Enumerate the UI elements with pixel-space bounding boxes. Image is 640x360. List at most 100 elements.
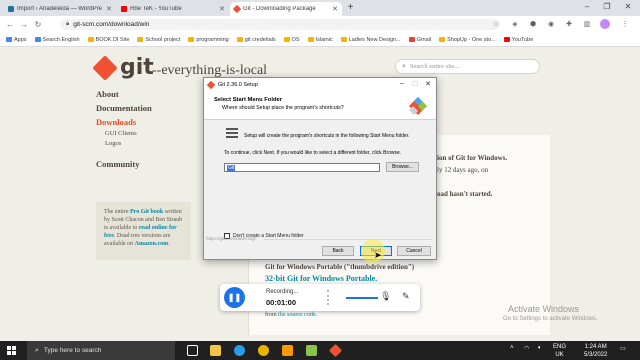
maximize-icon[interactable]: ❐ bbox=[600, 2, 614, 11]
chrome-icon[interactable] bbox=[258, 345, 269, 356]
dialog-titlebar: Git 2.36.0 Setup – ☐ ✕ bbox=[204, 78, 436, 92]
browse-button[interactable]: Browse... bbox=[386, 162, 419, 172]
notifications-icon[interactable]: ▭ bbox=[620, 345, 626, 352]
dialog-close-icon[interactable]: ✕ bbox=[422, 80, 434, 88]
google-icon bbox=[34, 37, 41, 42]
reload-icon[interactable]: ↻ bbox=[33, 20, 43, 29]
task-view-icon[interactable] bbox=[187, 345, 198, 356]
close-icon[interactable]: ✕ bbox=[332, 5, 338, 13]
activate-windows-title: Activate Windows bbox=[508, 304, 580, 314]
bookmark-label: Ladies New Design... bbox=[348, 36, 401, 43]
promo-text: . bbox=[168, 241, 170, 247]
content-fragment: from bbox=[265, 312, 279, 318]
pro-git-book-link[interactable]: Pro Git book bbox=[130, 209, 163, 215]
bookmark-os[interactable]: OS bbox=[283, 37, 300, 43]
recording-status: Recording... bbox=[266, 289, 299, 295]
tab-youtube[interactable]: Rbe TeK - YouTube ✕ bbox=[117, 2, 229, 16]
window-close-icon[interactable]: ✕ bbox=[621, 2, 635, 11]
close-icon[interactable]: ✕ bbox=[106, 5, 112, 13]
tab-git-download[interactable]: Git - Downloading Package ✕ bbox=[230, 2, 342, 16]
wordpress-icon bbox=[8, 6, 14, 12]
puzzle-icon[interactable]: ✚ bbox=[564, 20, 574, 28]
git-setup-icon[interactable] bbox=[328, 343, 343, 358]
nav-community[interactable]: Community bbox=[96, 159, 139, 169]
bookmark-label: Search English bbox=[42, 36, 80, 43]
portable-32bit-link[interactable]: 32-bit Git for Windows Portable. bbox=[265, 274, 377, 283]
new-tab-button[interactable]: + bbox=[345, 3, 356, 14]
drag-handle-icon[interactable] bbox=[327, 290, 335, 305]
bookmark-school-project[interactable]: School project bbox=[137, 37, 180, 43]
language-indicator[interactable]: ENG UK bbox=[553, 343, 566, 359]
bookmark-programming[interactable]: programming bbox=[188, 37, 229, 43]
amazon-link[interactable]: Amazon.com bbox=[135, 241, 169, 247]
kebab-menu-icon[interactable]: ⋮ bbox=[620, 20, 630, 28]
bookmark-label: git credetials bbox=[244, 36, 276, 43]
pen-annotate-icon[interactable]: ✎ bbox=[402, 291, 410, 302]
ublock-icon[interactable]: ⬢ bbox=[528, 20, 538, 28]
step-subtitle: Where should Setup place the program's s… bbox=[222, 105, 344, 111]
language-line: UK bbox=[555, 352, 564, 358]
bookmark-git-credetials[interactable]: git credetials bbox=[236, 36, 276, 43]
start-menu-list-icon bbox=[226, 128, 238, 140]
git-favicon-icon bbox=[232, 4, 242, 14]
bookmark-label: BOOK DI Site bbox=[95, 36, 130, 43]
edge-icon[interactable] bbox=[234, 345, 245, 356]
minimize-icon[interactable]: – bbox=[580, 2, 594, 11]
activate-windows-subtitle: Go to Settings to activate Windows. bbox=[503, 316, 598, 322]
notepadpp-icon[interactable] bbox=[306, 345, 317, 356]
file-explorer-icon[interactable] bbox=[210, 345, 221, 356]
speaker-icon[interactable]: 🔈︎ bbox=[538, 345, 542, 352]
bookmark-book-di-site[interactable]: BOOK DI Site bbox=[87, 36, 130, 43]
profile-avatar[interactable] bbox=[600, 19, 610, 29]
taskbar-search-box[interactable]: ⌕ Type here to search bbox=[27, 341, 175, 360]
volume-slider[interactable] bbox=[346, 297, 378, 299]
mouse-pointer-icon: ➤ bbox=[374, 250, 382, 260]
sidebar-icon[interactable]: ▥ bbox=[582, 20, 592, 28]
bookmark-shopup[interactable]: ShopUp - One sto... bbox=[439, 37, 496, 43]
tab-label: Import ‹ Anadeleida — WordPre bbox=[17, 6, 102, 12]
extension-icon[interactable]: ◈ bbox=[510, 20, 520, 28]
show-hidden-icons-icon[interactable]: ˄ bbox=[510, 345, 514, 351]
pause-icon[interactable]: ❚❚ bbox=[224, 287, 245, 308]
nav-downloads[interactable]: Downloads bbox=[96, 117, 136, 127]
cancel-button[interactable]: Cancel bbox=[397, 246, 431, 256]
nav-logos[interactable]: Logos bbox=[105, 140, 121, 147]
git-logo[interactable]: git bbox=[92, 54, 154, 81]
bookmark-apps[interactable]: Apps bbox=[6, 37, 27, 43]
lock-icon: 🔒︎ bbox=[66, 21, 70, 27]
star-icon[interactable]: ☆ bbox=[491, 20, 501, 28]
bookmark-gmail[interactable]: Gmail bbox=[408, 37, 431, 43]
source-code-link[interactable]: the source code bbox=[278, 312, 315, 318]
tab-wordpress-import[interactable]: Import ‹ Anadeleida — WordPre ✕ bbox=[4, 2, 116, 16]
bookmark-youtube[interactable]: YouTube bbox=[503, 36, 534, 43]
sublime-icon[interactable] bbox=[282, 345, 293, 356]
close-icon[interactable]: ✕ bbox=[219, 5, 225, 13]
folder-icon bbox=[340, 37, 347, 42]
git-diamond-icon bbox=[92, 54, 118, 81]
forward-arrow-icon[interactable]: → bbox=[19, 20, 29, 29]
windows-start-icon[interactable] bbox=[7, 346, 16, 355]
system-clock[interactable]: 1:24 AM 5/3/2022 bbox=[584, 343, 607, 359]
nav-documentation[interactable]: Documentation bbox=[96, 103, 152, 113]
microphone-icon[interactable]: 🎙︎ bbox=[380, 291, 391, 302]
back-button[interactable]: Back bbox=[322, 246, 354, 256]
minimize-icon[interactable]: – bbox=[396, 80, 408, 87]
bookmark-label: School project bbox=[145, 36, 181, 43]
bookmark-ladies-new-design[interactable]: Ladies New Design... bbox=[340, 36, 401, 43]
wifi-icon[interactable]: ◠ bbox=[524, 345, 529, 352]
bookmark-search-english[interactable]: Search English bbox=[34, 36, 80, 43]
folder-icon bbox=[236, 37, 243, 42]
start-menu-folder-input[interactable]: Git bbox=[224, 163, 380, 172]
bookmark-islamic[interactable]: Islamic bbox=[307, 36, 333, 43]
recording-timer: 00:01:00 bbox=[266, 298, 297, 307]
extension-icon[interactable]: ◉ bbox=[546, 20, 556, 28]
url-field[interactable]: 🔒︎ git-scm.com/download/win bbox=[60, 19, 500, 30]
content-fragment: ion of Git for Windows. bbox=[437, 154, 508, 162]
bookmark-label: YouTube bbox=[511, 36, 534, 43]
site-search-input[interactable]: ⌕ Search entire site... bbox=[395, 59, 540, 74]
bookmark-label: Islamic bbox=[315, 36, 333, 43]
nav-gui-clients[interactable]: GUI Clients bbox=[105, 130, 137, 137]
folder-icon bbox=[188, 37, 195, 42]
nav-about[interactable]: About bbox=[96, 89, 119, 99]
back-arrow-icon[interactable]: ← bbox=[5, 20, 15, 29]
